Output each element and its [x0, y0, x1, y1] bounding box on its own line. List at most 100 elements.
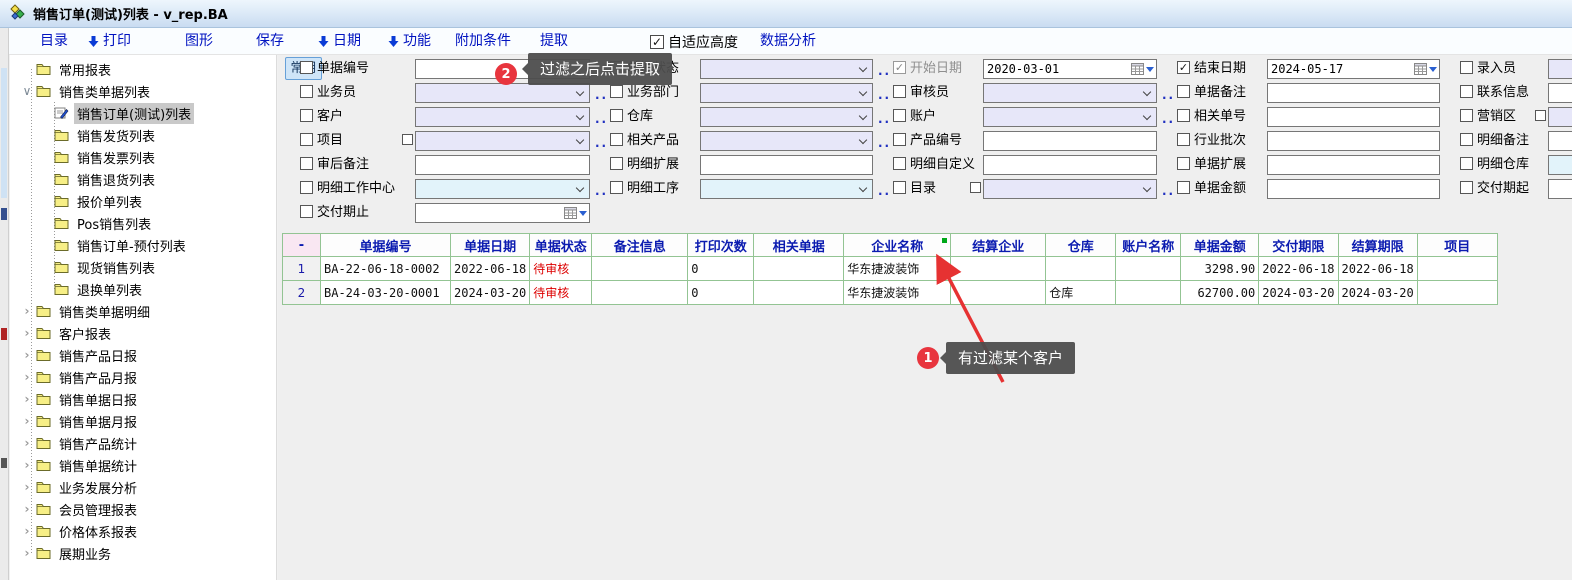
- chevron-collapsed-icon[interactable]: ›: [20, 546, 34, 560]
- filter-text-input[interactable]: [1267, 131, 1440, 151]
- filter-checkbox[interactable]: [1460, 133, 1473, 146]
- table-row[interactable]: 2BA-24-03-20-00012024-03-20待审核0华东捷波装饰仓库6…: [283, 281, 1498, 305]
- column-header[interactable]: 打印次数: [688, 234, 754, 257]
- browse-dots[interactable]: ..: [595, 186, 608, 196]
- chevron-down-icon[interactable]: [859, 64, 867, 72]
- filter-combo-input[interactable]: [983, 83, 1157, 103]
- filter-text-input[interactable]: [1267, 179, 1440, 199]
- filter-checkbox[interactable]: [300, 181, 313, 194]
- filter-combo-input[interactable]: [700, 83, 873, 103]
- column-header[interactable]: 企业名称: [844, 234, 951, 257]
- filter-checkbox[interactable]: ✓: [893, 61, 906, 74]
- filter-combo-input[interactable]: [1548, 59, 1572, 79]
- toolbar-item[interactable]: 日期: [318, 28, 361, 55]
- filter-checkbox[interactable]: [893, 85, 906, 98]
- browse-dots[interactable]: ..: [595, 90, 608, 100]
- column-header[interactable]: 单据日期: [451, 234, 530, 257]
- filter-checkbox[interactable]: [300, 133, 313, 146]
- chevron-down-icon[interactable]: [859, 88, 867, 96]
- toolbar-item[interactable]: 附加条件: [455, 28, 511, 55]
- filter-checkbox[interactable]: [610, 181, 623, 194]
- sidebar-item[interactable]: ›展期业务: [10, 542, 276, 564]
- chevron-down-icon[interactable]: [576, 136, 584, 144]
- filter-text-input[interactable]: [1267, 83, 1440, 103]
- filter-text-input[interactable]: [1267, 107, 1440, 127]
- filter-text-input[interactable]: [1267, 155, 1440, 175]
- calendar-dropdown-icon[interactable]: [1146, 67, 1154, 72]
- filter-checkbox[interactable]: [300, 85, 313, 98]
- sidebar-item[interactable]: ›客户报表: [10, 322, 276, 344]
- calendar-icon[interactable]: [1131, 63, 1144, 75]
- filter-text-input[interactable]: [1548, 131, 1572, 151]
- browse-dots[interactable]: ..: [1162, 114, 1175, 124]
- filter-checkbox[interactable]: [1177, 109, 1190, 122]
- filter-text-input[interactable]: [1548, 83, 1572, 103]
- filter-checkbox[interactable]: [300, 61, 313, 74]
- filter-combo-input[interactable]: [700, 131, 873, 151]
- filter-checkbox[interactable]: [1460, 85, 1473, 98]
- filter-combo-input[interactable]: [983, 179, 1157, 199]
- filter-checkbox[interactable]: [1177, 133, 1190, 146]
- filter-extra-checkbox[interactable]: [1535, 110, 1546, 121]
- filter-checkbox[interactable]: [300, 205, 313, 218]
- sidebar-item[interactable]: ›会员管理报表: [10, 498, 276, 520]
- toolbar-item[interactable]: 图形: [185, 28, 213, 55]
- filter-combo-input[interactable]: [415, 179, 590, 199]
- filter-checkbox[interactable]: [300, 157, 313, 170]
- filter-extra-checkbox[interactable]: [970, 182, 981, 193]
- calendar-icon[interactable]: [564, 207, 577, 219]
- column-header[interactable]: 交付期限: [1259, 234, 1338, 257]
- sidebar-item[interactable]: 销售发票列表: [10, 146, 276, 168]
- filter-checkbox[interactable]: [893, 181, 906, 194]
- sidebar-item[interactable]: ›业务发展分析: [10, 476, 276, 498]
- sidebar-item[interactable]: 销售发货列表: [10, 124, 276, 146]
- filter-checkbox[interactable]: [893, 133, 906, 146]
- filter-checkbox[interactable]: [893, 157, 906, 170]
- chevron-down-icon[interactable]: [576, 184, 584, 192]
- filter-date-input[interactable]: [415, 203, 590, 223]
- filter-text-input[interactable]: [983, 131, 1157, 151]
- sidebar-item[interactable]: 退换单列表: [10, 278, 276, 300]
- table-row[interactable]: 1BA-22-06-18-00022022-06-18待审核0华东捷波装饰329…: [283, 257, 1498, 281]
- filter-text-input[interactable]: [700, 155, 873, 175]
- filter-combo-input[interactable]: [700, 59, 873, 79]
- calendar-dropdown-icon[interactable]: [1429, 67, 1437, 72]
- checkbox-checked-icon[interactable]: ✓: [650, 35, 664, 49]
- filter-checkbox[interactable]: [1460, 61, 1473, 74]
- filter-checkbox[interactable]: [610, 133, 623, 146]
- browse-dots[interactable]: ..: [1162, 186, 1175, 196]
- calendar-dropdown-icon[interactable]: [579, 211, 587, 216]
- column-header[interactable]: -: [283, 234, 321, 257]
- chevron-expanded-icon[interactable]: ∨: [20, 84, 34, 98]
- sidebar-item[interactable]: ›销售单据月报: [10, 410, 276, 432]
- sidebar-item[interactable]: ›销售单据统计: [10, 454, 276, 476]
- column-header[interactable]: 相关单据: [754, 234, 844, 257]
- chevron-down-icon[interactable]: [859, 184, 867, 192]
- chevron-down-icon[interactable]: [1143, 112, 1151, 120]
- filter-text-input[interactable]: [1548, 179, 1572, 199]
- filter-checkbox[interactable]: [1177, 85, 1190, 98]
- filter-combo-input[interactable]: [1548, 107, 1572, 127]
- column-header[interactable]: 单据编号: [321, 234, 451, 257]
- column-header[interactable]: 结算企业: [951, 234, 1046, 257]
- filter-checkbox[interactable]: [300, 109, 313, 122]
- filter-date-input[interactable]: 2020-03-01: [983, 59, 1157, 79]
- column-header[interactable]: 仓库: [1046, 234, 1116, 257]
- sidebar-item[interactable]: 常用报表: [10, 58, 276, 80]
- chevron-collapsed-icon[interactable]: ›: [20, 458, 34, 472]
- sidebar-item[interactable]: 现货销售列表: [10, 256, 276, 278]
- filter-checkbox[interactable]: [610, 109, 623, 122]
- sidebar-item[interactable]: Pos销售列表: [10, 212, 276, 234]
- browse-dots[interactable]: ..: [595, 114, 608, 124]
- sidebar-item[interactable]: ›销售单据日报: [10, 388, 276, 410]
- chevron-collapsed-icon[interactable]: ›: [20, 392, 34, 406]
- filter-checkbox[interactable]: [610, 157, 623, 170]
- sidebar-item[interactable]: ›销售类单据明细: [10, 300, 276, 322]
- chevron-collapsed-icon[interactable]: ›: [20, 326, 34, 340]
- chevron-collapsed-icon[interactable]: ›: [20, 436, 34, 450]
- chevron-down-icon[interactable]: [576, 88, 584, 96]
- filter-checkbox[interactable]: [1460, 157, 1473, 170]
- toolbar-item[interactable]: 保存: [256, 28, 284, 55]
- column-header[interactable]: 项目: [1417, 234, 1497, 257]
- chevron-collapsed-icon[interactable]: ›: [20, 502, 34, 516]
